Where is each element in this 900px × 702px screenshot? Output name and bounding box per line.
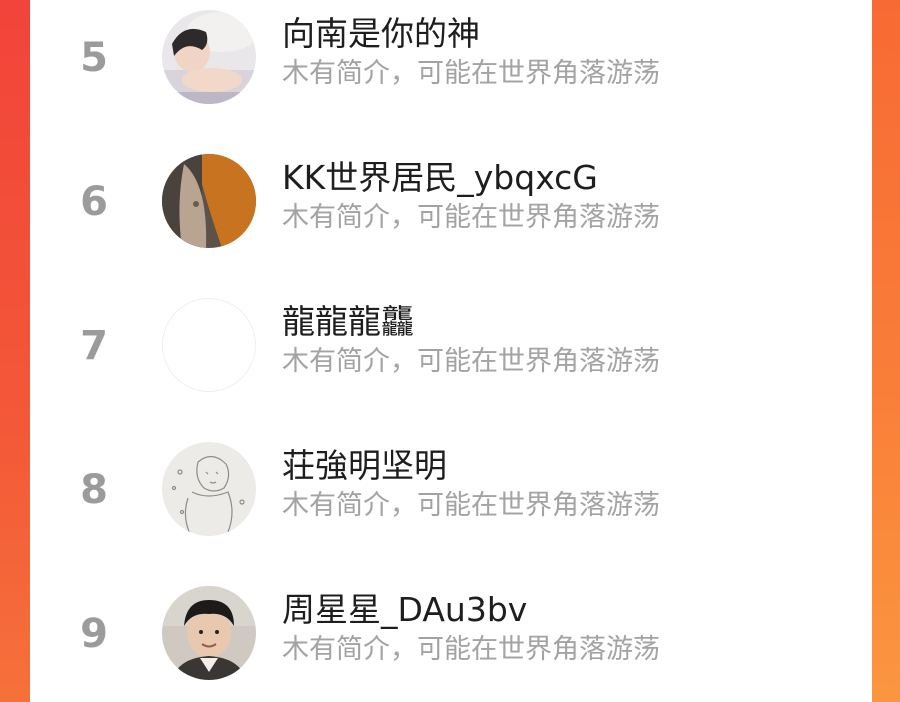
blank-avatar-icon [163,299,255,391]
user-photo-avatar-icon [162,10,256,104]
user-name[interactable]: KK世界居民_ybqxcG [282,158,598,198]
user-avatar[interactable] [162,442,256,536]
rank-number: 9 [80,611,108,657]
user-bio: 木有简介，可能在世界角落游荡 [282,346,660,377]
user-avatar[interactable] [162,298,256,392]
rank-number: 6 [80,179,108,225]
user-photo-avatar-icon [162,154,256,248]
user-name[interactable]: 荘強明坚明 [282,446,447,486]
list-item[interactable]: 7 龍龍龍龘 木有简介，可能在世界角落游荡 [30,288,872,432]
ranking-list: 5 向南是你的神 木有简介，可能在世界角落游荡 6 KK世界居民_ybqxcG … [30,0,872,702]
rank-number: 8 [80,467,108,513]
user-name[interactable]: 周星星_DAu3bv [282,590,527,630]
left-gradient-border [0,0,30,702]
user-avatar[interactable] [162,586,256,680]
user-avatar[interactable] [162,10,256,104]
user-name[interactable]: 向南是你的神 [282,14,480,54]
user-bio: 木有简介，可能在世界角落游荡 [282,634,660,665]
user-name[interactable]: 龍龍龍龘 [282,302,414,342]
list-item[interactable]: 9 周星星_DAu3bv 木有简介，可能在世界角落游荡 [30,576,872,702]
sketch-avatar-icon [162,442,256,536]
user-bio: 木有简介，可能在世界角落游荡 [282,490,660,521]
list-item[interactable]: 6 KK世界居民_ybqxcG 木有简介，可能在世界角落游荡 [30,144,872,288]
list-item[interactable]: 8 荘強明坚明 木有简介，可能在世界角落游荡 [30,432,872,576]
user-bio: 木有简介，可能在世界角落游荡 [282,58,660,89]
list-item[interactable]: 5 向南是你的神 木有简介，可能在世界角落游荡 [30,0,872,144]
user-photo-avatar-icon [162,586,256,680]
right-gradient-border [872,0,900,702]
user-avatar[interactable] [162,154,256,248]
user-bio: 木有简介，可能在世界角落游荡 [282,202,660,233]
rank-number: 5 [80,35,108,81]
rank-number: 7 [80,323,108,369]
